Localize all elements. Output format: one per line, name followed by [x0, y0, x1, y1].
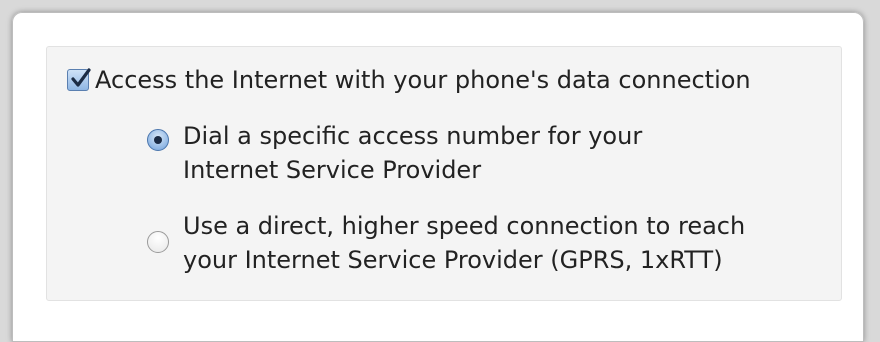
dial-access-number-label-line1: Dial a specific access number for your: [183, 122, 643, 150]
direct-connection-label-line1: Use a direct, higher speed connection to…: [183, 212, 746, 240]
direct-connection-label-line2: your Internet Service Provider (GPRS, 1x…: [183, 246, 723, 274]
dial-access-number-label-line2: Internet Service Provider: [183, 156, 482, 184]
checkmark-icon: [71, 68, 91, 87]
connection-options-group: Access the Internet with your phone's da…: [46, 46, 842, 301]
dialog-window: Access the Internet with your phone's da…: [12, 12, 864, 342]
internet-access-checkbox[interactable]: [67, 68, 91, 91]
radio-selected-dot-icon: [154, 136, 162, 144]
dial-access-number-option[interactable]: Dial a specific access number for your I…: [147, 119, 642, 187]
direct-connection-option[interactable]: Use a direct, higher speed connection to…: [147, 209, 745, 277]
direct-connection-radio[interactable]: [147, 231, 169, 253]
internet-access-checkbox-row[interactable]: Access the Internet with your phone's da…: [67, 65, 751, 95]
direct-connection-label: Use a direct, higher speed connection to…: [183, 209, 745, 277]
dial-access-number-radio[interactable]: [147, 129, 169, 151]
internet-access-label: Access the Internet with your phone's da…: [95, 66, 751, 94]
dial-access-number-label: Dial a specific access number for your I…: [183, 119, 642, 187]
